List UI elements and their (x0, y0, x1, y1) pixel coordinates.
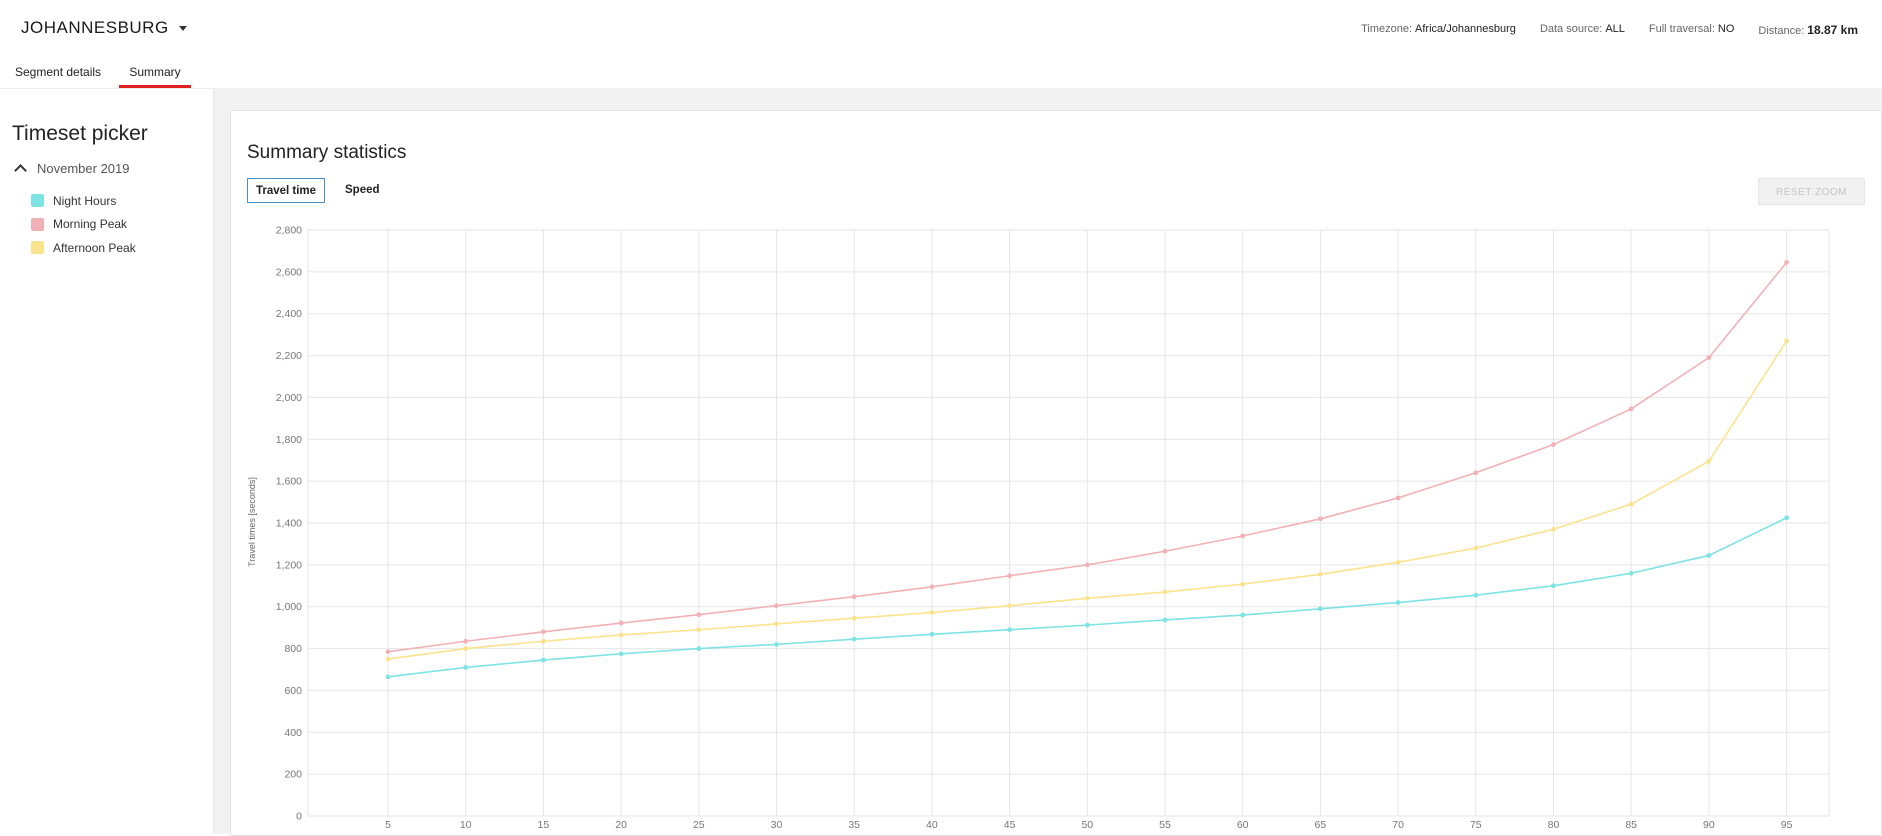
y-tick-label: 1,600 (276, 476, 302, 488)
morning-peak-point (541, 629, 546, 635)
morning-peak-point (1784, 260, 1789, 265)
night-hours-point (618, 651, 624, 657)
x-tick-label: 65 (1315, 819, 1327, 831)
night-hours-point (774, 641, 779, 647)
night-hours-point (1551, 583, 1556, 589)
y-tick-label: 2,400 (276, 308, 302, 320)
y-tick-label: 800 (284, 643, 302, 655)
night-hours-point (463, 665, 469, 670)
afternoon-peak-point (1318, 571, 1323, 577)
night-hours-point (541, 657, 546, 663)
x-tick-label: 50 (1081, 819, 1093, 831)
night-hours-point (1784, 515, 1789, 521)
night-hours-point (1473, 592, 1479, 598)
x-tick-label: 85 (1625, 819, 1637, 831)
y-axis-label: Travel times [seconds] (247, 477, 257, 567)
afternoon-peak-point (1240, 581, 1246, 587)
y-tick-label: 1,200 (276, 559, 302, 571)
afternoon-peak-point (1706, 458, 1712, 464)
travel-time-chart[interactable]: 0 200 400 600 800 1,000 1,200 1,400 1,600 1,800 2,… (0, 0, 1882, 834)
y-tick-label: 2,000 (276, 392, 302, 404)
x-tick-label: 60 (1237, 819, 1249, 831)
x-tick-label: 40 (926, 819, 938, 831)
morning-peak-point (851, 594, 857, 600)
night-hours-point (1007, 627, 1012, 633)
afternoon-peak-point (696, 627, 702, 633)
x-tick-label: 35 (848, 819, 860, 831)
x-tick-label: 20 (615, 819, 627, 831)
night-hours-point (696, 646, 702, 651)
x-tick-label: 45 (1004, 819, 1016, 831)
afternoon-peak-point (1784, 338, 1789, 344)
morning-peak-point (1240, 533, 1246, 539)
night-hours-point (1240, 612, 1246, 618)
afternoon-peak-point (929, 610, 935, 615)
night-hours-point (1706, 553, 1712, 558)
afternoon-peak-point (851, 615, 857, 621)
night-hours-point (1318, 606, 1323, 612)
morning-peak-point (1628, 406, 1634, 412)
night-hours-point (385, 674, 391, 680)
x-tick-label: 80 (1548, 819, 1560, 831)
morning-peak-point (696, 612, 702, 618)
afternoon-peak-point (1162, 589, 1168, 595)
afternoon-peak-point (385, 656, 391, 662)
afternoon-peak-point (541, 638, 546, 644)
night-hours-point (1162, 617, 1168, 623)
morning-peak-point (618, 620, 624, 626)
afternoon-peak-point (1395, 559, 1401, 565)
x-tick-label: 90 (1703, 819, 1715, 831)
x-tick-label: 25 (693, 819, 705, 831)
morning-peak-point (1084, 562, 1090, 568)
afternoon-peak-point (1007, 603, 1012, 609)
night-hours-point (929, 631, 935, 637)
afternoon-peak-point (774, 621, 779, 627)
morning-peak-point (385, 649, 391, 655)
morning-peak-point (1007, 573, 1012, 579)
morning-peak-point (929, 584, 935, 590)
x-tick-label: 55 (1159, 819, 1171, 831)
x-tick-label: 70 (1392, 819, 1404, 831)
afternoon-peak-point (463, 646, 469, 651)
morning-peak-point (1551, 442, 1556, 447)
y-tick-label: 0 (296, 811, 302, 823)
y-tick-label: 2,600 (276, 266, 302, 278)
morning-peak-point (1473, 470, 1479, 476)
x-tick-label: 5 (385, 819, 391, 831)
morning-peak-point (463, 638, 469, 644)
y-tick-label: 1,800 (276, 434, 302, 446)
afternoon-peak-point (1628, 501, 1634, 507)
morning-peak-point (1395, 495, 1401, 501)
morning-peak-point (1318, 516, 1323, 522)
y-tick-label: 200 (284, 769, 302, 781)
x-tick-label: 15 (538, 819, 550, 831)
morning-peak-point (1162, 548, 1168, 554)
night-hours-point (1395, 600, 1401, 605)
morning-peak-point (1706, 355, 1712, 361)
morning-peak-point (774, 603, 779, 609)
afternoon-peak-point (618, 632, 624, 638)
y-tick-label: 2,800 (276, 225, 302, 237)
y-tick-label: 1,000 (276, 601, 302, 613)
y-tick-label: 1,400 (276, 518, 302, 530)
x-tick-label: 75 (1470, 819, 1482, 831)
x-tick-label: 30 (771, 819, 783, 831)
afternoon-peak-point (1551, 526, 1556, 532)
x-tick-label: 95 (1781, 819, 1793, 831)
night-hours-point (1084, 622, 1090, 628)
y-tick-label: 600 (284, 685, 302, 697)
afternoon-peak-point (1473, 545, 1479, 551)
night-hours-point (1628, 570, 1634, 576)
y-tick-label: 2,200 (276, 350, 302, 362)
afternoon-peak-point (1084, 595, 1090, 601)
y-tick-label: 400 (284, 727, 302, 739)
night-hours-point (851, 636, 857, 642)
x-tick-label: 10 (460, 819, 472, 831)
